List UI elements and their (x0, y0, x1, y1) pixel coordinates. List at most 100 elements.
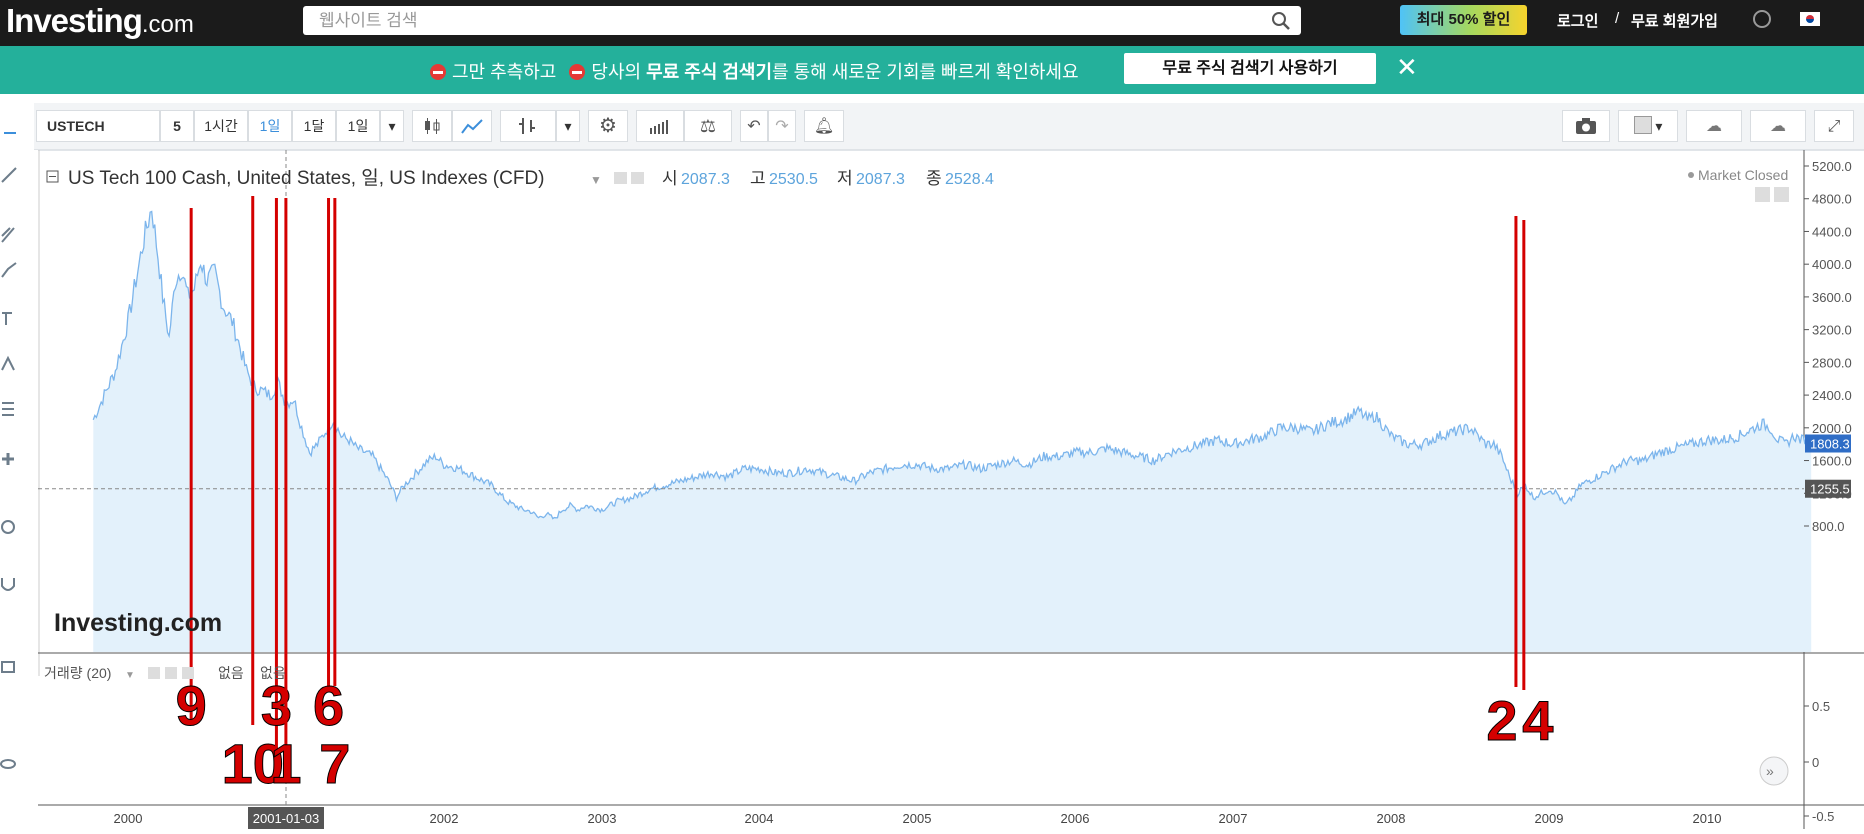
time-tick-label: 2010 (1693, 811, 1722, 826)
fib-tool-icon[interactable] (0, 399, 20, 419)
interval-dropdown[interactable]: ▾ (380, 110, 404, 142)
fullscreen-icon: ⤢ (1827, 118, 1841, 135)
crosshair-price-label: 1255.5 (1810, 482, 1850, 497)
annotation-label: 9 (176, 674, 207, 737)
text-tool-icon[interactable] (0, 309, 20, 329)
low-value: 2087.3 (856, 171, 905, 188)
settings-icon[interactable] (165, 667, 177, 679)
snapshot-button[interactable] (1562, 110, 1610, 142)
compare-button[interactable]: ⚖ (684, 110, 732, 142)
search-box[interactable] (303, 6, 1301, 35)
interval-1y-button[interactable]: 1일 (336, 110, 380, 142)
line-chart-button[interactable] (452, 110, 492, 142)
price-tick-label: 2400.0 (1812, 388, 1852, 403)
scroll-right-button[interactable] (1759, 756, 1789, 786)
bar-type-dropdown[interactable]: ▾ (556, 110, 580, 142)
price-tick-label: 1600.0 (1812, 454, 1852, 469)
visibility-icon[interactable] (148, 667, 160, 679)
brush-tool-icon[interactable] (0, 259, 20, 279)
alert-button[interactable]: 🔔︎ (804, 110, 844, 142)
market-status-dot (1688, 172, 1694, 178)
investing-logo[interactable]: Investing.com (6, 2, 194, 40)
undo-button[interactable]: ↶ (740, 110, 768, 142)
search-icon[interactable] (1271, 11, 1291, 31)
lock-tool-icon[interactable] (0, 654, 20, 674)
color-picker-button[interactable]: ▾ (1618, 110, 1678, 142)
undo-icon: ↶ (747, 118, 761, 135)
arrow-up-icon[interactable] (1755, 187, 1770, 202)
search-input[interactable] (317, 9, 1251, 33)
time-tick-label: 2003 (588, 811, 617, 826)
interval-1d-button[interactable]: 1일 (248, 110, 292, 142)
time-tick-label: 2006 (1061, 811, 1090, 826)
time-tick-label: 2005 (903, 811, 932, 826)
price-tick-label: 4800.0 (1812, 192, 1852, 207)
color-swatch-icon (1633, 116, 1652, 134)
interval-5-button[interactable]: 5 (160, 110, 194, 142)
top-nav-bar: Investing.com 최대 50% 할인 로그인 / 무료 회원가입 (0, 0, 1864, 46)
save-layout-button[interactable]: ☁ (1750, 110, 1806, 142)
login-link[interactable]: 로그인 (1557, 10, 1598, 31)
last-price-label: 1808.3 (1810, 437, 1850, 452)
volume-tick-label: -0.5 (1812, 809, 1834, 824)
settings-icon[interactable] (631, 172, 644, 184)
korea-flag-icon[interactable] (1800, 12, 1820, 26)
annotation-label: 1 (270, 732, 301, 795)
pitchfork-tool-icon[interactable] (0, 224, 20, 244)
crosshair-tool-icon[interactable] (4, 132, 16, 134)
load-layout-button[interactable]: ☁ (1686, 110, 1742, 142)
indicators-icon (650, 120, 668, 134)
nav-separator: / (1615, 10, 1620, 27)
banner-text-part3: 를 통해 새로운 기회를 빠르게 확인하세요 (772, 62, 1079, 82)
arrow-down-icon[interactable] (1774, 187, 1789, 202)
close-icon[interactable]: ✕ (1396, 54, 1418, 80)
candlestick-icon (425, 118, 440, 134)
clock-icon[interactable] (1753, 10, 1771, 28)
bell-icon: 🔔︎ (813, 118, 835, 135)
symbol-input[interactable]: USTECH (36, 110, 160, 142)
time-tick-label: 2008 (1377, 811, 1406, 826)
open-label: 시 (662, 169, 678, 188)
banner-text: 그만 추측하고 당사의 무료 주식 검색기를 통해 새로운 기회를 빠르게 확인… (430, 58, 1079, 84)
cloud-download-icon: ☁ (1706, 118, 1722, 135)
interval-1mo-button[interactable]: 1달 (292, 110, 336, 142)
signup-link[interactable]: 무료 회원가입 (1631, 10, 1718, 31)
interval-1h-button[interactable]: 1시간 (194, 110, 248, 142)
stock-screener-button[interactable]: 무료 주식 검색기 사용하기 (1124, 53, 1376, 84)
price-tick-label: 4400.0 (1812, 224, 1852, 239)
volume-label: 거래량 (20) (44, 665, 111, 681)
ohlc-bar-icon (519, 118, 535, 134)
redo-button[interactable]: ↷ (768, 110, 796, 142)
banner-text-part2: 당사의 (591, 62, 642, 82)
magnet-tool-icon[interactable] (0, 574, 20, 594)
price-tick-label: 4000.0 (1812, 257, 1852, 272)
bar-type-button[interactable] (500, 110, 556, 142)
line-chart-icon (461, 119, 483, 134)
fullscreen-button[interactable]: ⤢ (1814, 110, 1854, 142)
price-chart-svg[interactable]: 5200.04800.04400.04000.03600.03200.02800… (38, 150, 1864, 829)
indicators-button[interactable] (636, 110, 684, 142)
zoom-tool-icon[interactable] (0, 519, 20, 539)
candlestick-button[interactable] (412, 110, 452, 142)
time-tick-label: 2002 (430, 811, 459, 826)
volume-value-2: 없음 (260, 665, 286, 681)
drawing-toolbar (0, 94, 34, 829)
trend-line-tool-icon[interactable] (0, 164, 20, 184)
time-tick-label: 2009 (1535, 811, 1564, 826)
visibility-icon[interactable] (614, 172, 627, 184)
chevron-down-icon[interactable]: ▼ (125, 670, 135, 681)
pattern-tool-icon[interactable] (0, 354, 20, 374)
price-tick-label: 2000.0 (1812, 421, 1852, 436)
settings-button[interactable]: ⚙ (588, 110, 628, 142)
volume-tick-label: 0 (1812, 755, 1819, 770)
high-label: 고 (750, 169, 766, 188)
eye-tool-icon[interactable] (0, 754, 20, 774)
close-value: 2528.4 (945, 171, 994, 188)
measure-tool-icon[interactable] (0, 449, 20, 469)
close-icon[interactable] (182, 667, 194, 679)
promo-discount-button[interactable]: 최대 50% 할인 (1400, 5, 1527, 35)
high-value: 2530.5 (769, 171, 818, 188)
price-chart-area[interactable]: 5200.0 4800.0 4400.0 4000.0 3600.0 3200.0 2800… (38, 150, 1864, 829)
chevron-down-icon[interactable]: ▼ (590, 173, 602, 187)
annotation-label: 6 (313, 674, 344, 737)
